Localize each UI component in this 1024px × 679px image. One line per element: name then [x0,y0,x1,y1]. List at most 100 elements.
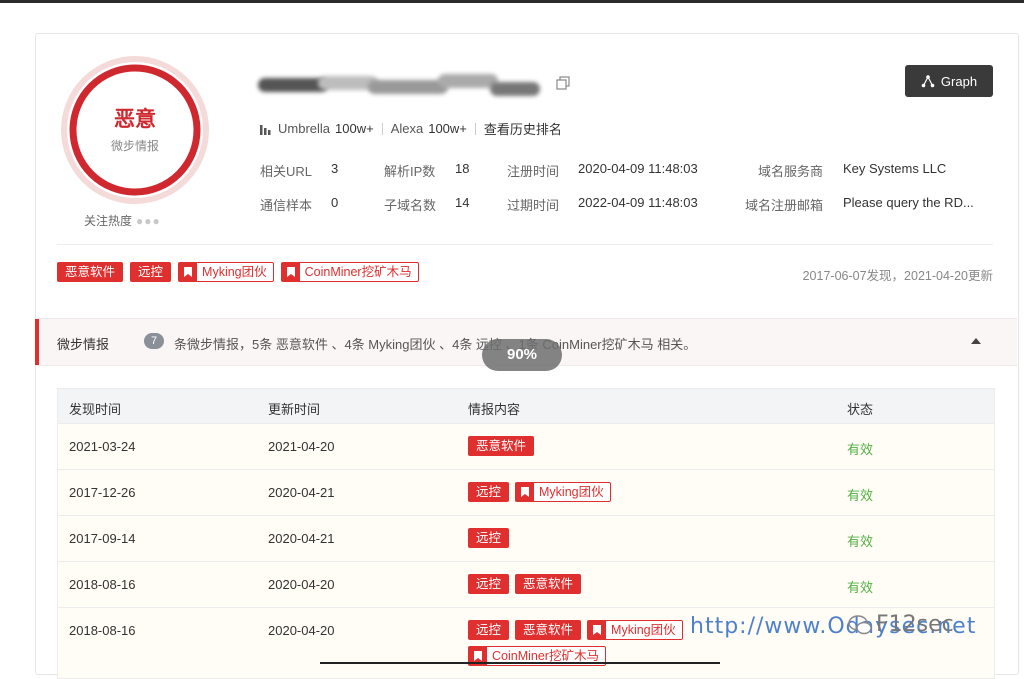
separator [474,122,476,135]
header-status: 状态 [847,402,874,417]
bookmark-icon [588,621,607,639]
tag-remote-control[interactable]: 远控 [468,620,510,640]
tag-remote-control[interactable]: 远控 [468,482,510,502]
info-register-time: 注册时间 [507,161,559,180]
status: 有效 [847,488,874,503]
threat-tags: 恶意软件 远控 Myking团伙 CoinMiner挖矿木马 [57,262,419,282]
intel-title: 微步情报 [57,337,110,352]
bar-chart-icon [260,124,271,135]
found-date: 2018-08-16 [69,577,136,592]
info-resolved-ip-value[interactable]: 18 [455,161,469,176]
found-date: 2017-09-14 [69,531,136,546]
intel-tags: 远控 恶意软件 Myking团伙 CoinMiner挖矿木马 [468,620,728,666]
bookmark-icon [281,263,300,281]
updated-date: 2021-04-20 [268,439,335,454]
info-related-url-value[interactable]: 3 [331,161,338,176]
verdict-label: 恶意 [114,108,156,131]
table-row[interactable]: 2018-08-16 2020-04-20 远控 恶意软件 有效 [58,561,994,607]
info-value: 14 [455,195,470,210]
tag-malware[interactable]: 恶意软件 [515,574,582,594]
intel-tags: 远控 [468,528,728,548]
separator [381,122,383,135]
alexa-value: 100w+ [428,121,467,136]
tag-coinminer[interactable]: CoinMiner挖矿木马 [280,262,419,282]
info-value: 2022-04-09 11:48:03 [578,195,698,210]
tag-malware[interactable]: 恶意软件 [57,262,124,282]
graph-button[interactable]: Graph [905,65,993,97]
found-date: 2017-12-26 [69,485,136,500]
info-subdomains-value[interactable]: 14 [455,195,469,210]
info-registrar: 域名服务商 [758,161,823,180]
tag-myking[interactable]: Myking团伙 [515,482,611,502]
tag-label: Myking团伙 [539,485,604,499]
tag-malware[interactable]: 恶意软件 [515,620,582,640]
found-date: 2021-03-24 [69,439,136,454]
intel-tags: 远控 Myking团伙 [468,482,728,502]
tag-label: Myking团伙 [202,265,267,279]
tag-myking[interactable]: Myking团伙 [178,262,274,282]
updated-date: 2020-04-20 [268,623,335,638]
watermark-brand: F12sec [876,612,954,637]
header-found: 发现时间 [69,402,122,417]
graph-icon [921,75,935,88]
info-samples: 通信样本 [260,195,312,214]
info-resolved-ip: 解析IP数 [384,161,435,180]
info-value: Please query the RD... [843,195,974,210]
info-key: 过期时间 [507,198,560,213]
table-row[interactable]: 2021-03-24 2021-04-20 恶意软件 有效 [58,423,994,469]
heat-label: 关注热度 [84,214,133,228]
copy-icon[interactable] [556,76,570,90]
zoom-indicator: 90% [482,339,562,371]
verdict-source: 微步情报 [110,139,159,153]
top-rule [0,0,1024,3]
table-row[interactable]: 2017-12-26 2020-04-21 远控 Myking团伙 有效 [58,469,994,515]
info-value: 0 [331,195,339,210]
heat-indicator: 关注热度 ●●● [84,212,161,229]
info-value: 3 [331,161,339,176]
info-samples-value[interactable]: 0 [331,195,338,210]
info-registrant-email: 域名注册邮箱 [745,195,823,214]
tag-myking[interactable]: Myking团伙 [587,620,683,640]
intel-summary: 条微步情报，5条 恶意软件 、4条 Myking团伙 、4条 远控 、1条 Co… [174,337,697,352]
tag-label: Myking团伙 [611,623,676,637]
domain-name-redacted [258,70,558,104]
tag-malware[interactable]: 恶意软件 [468,436,535,456]
updated-date: 2020-04-21 [268,485,335,500]
accent-bar [35,319,39,365]
tag-remote-control[interactable]: 远控 [468,574,510,594]
status: 有效 [847,580,874,595]
verdict-ring: 恶意 微步情报 [60,55,210,205]
history-rank-link[interactable]: 查看历史排名 [484,119,562,138]
wechat-icon [848,615,872,635]
info-key: 子域名数 [384,198,437,213]
info-expire-time-value: 2022-04-09 11:48:03 [578,195,698,210]
tag-remote-control[interactable]: 远控 [468,528,510,548]
bookmark-icon [516,483,535,501]
bottom-rule [320,662,720,664]
info-subdomains: 子域名数 [384,195,436,214]
table-header: 发现时间 更新时间 情报内容 状态 [58,389,994,423]
table-row[interactable]: 2017-09-14 2020-04-21 远控 有效 [58,515,994,561]
divider [57,244,993,245]
header-updated: 更新时间 [268,402,321,417]
status: 有效 [847,534,874,549]
updated-date: 2020-04-21 [268,531,335,546]
info-key: 相关URL [260,164,313,179]
flame-icons: ●●● [136,214,161,228]
info-registrar-value: Key Systems LLC [843,161,946,176]
tag-remote-control[interactable]: 远控 [130,262,172,282]
info-key: 域名注册邮箱 [745,198,824,213]
intel-tags: 远控 恶意软件 [468,574,728,594]
info-key: 域名服务商 [758,164,824,179]
info-key: 通信样本 [260,198,313,213]
rank-row: Umbrella 100w+ Alexa 100w+ 查看历史排名 [260,119,562,138]
updated-date: 2020-04-20 [268,577,335,592]
info-register-time-value: 2020-04-09 11:48:03 [578,161,698,176]
bookmark-icon [179,263,198,281]
info-value: 2020-04-09 11:48:03 [578,161,698,176]
collapse-arrow-icon[interactable] [971,338,981,344]
intel-tags: 恶意软件 [468,436,728,456]
graph-button-label: Graph [940,73,978,89]
info-value: Key Systems LLC [843,161,947,176]
info-value: 18 [455,161,470,176]
